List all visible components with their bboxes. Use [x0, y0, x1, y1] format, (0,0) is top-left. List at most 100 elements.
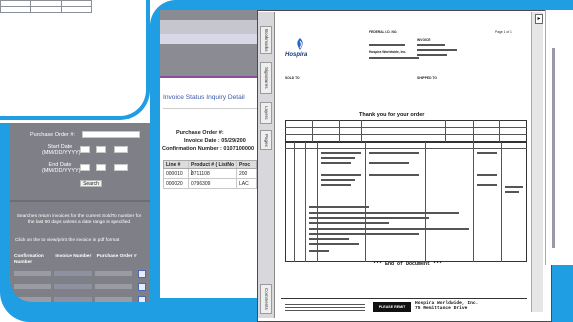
inv-po-label: Purchase Order #:: [176, 130, 224, 136]
text-line: [417, 44, 445, 46]
table-row[interactable]: [14, 269, 146, 278]
main-header: [160, 20, 257, 34]
results-table: Confirmation Number Invoice Number Purch…: [14, 254, 146, 302]
grid-line: [312, 120, 313, 142]
po-input[interactable]: [82, 131, 140, 138]
end-day-input[interactable]: [96, 164, 106, 171]
tab-bookmarks[interactable]: Bookmarks: [260, 26, 272, 54]
pdf-icon[interactable]: [137, 295, 146, 302]
text-line: [285, 307, 365, 308]
grid-line: [501, 142, 502, 262]
table-row[interactable]: [14, 295, 146, 302]
col-product: Product # ( ListNo ): [189, 161, 237, 176]
text-line: [309, 243, 359, 245]
grid-line: [425, 142, 426, 262]
text-line: [417, 54, 447, 56]
text-line: [309, 233, 419, 235]
hospira-logo-icon: [297, 38, 303, 50]
grid-line: [499, 120, 500, 142]
results-header: Confirmation Number Invoice Number Purch…: [14, 254, 146, 265]
company-tag: Hospira Worldwide, Inc.: [369, 50, 407, 54]
text-line: [285, 310, 365, 311]
grid-line: [445, 120, 446, 142]
text-line: [369, 174, 419, 176]
text-line: [309, 250, 329, 252]
tab-pages[interactable]: Pages: [260, 130, 272, 150]
tab-layers[interactable]: Layers: [260, 102, 272, 124]
text-line: [321, 179, 355, 181]
viewer-scrollbar[interactable]: [531, 12, 543, 312]
inset-panel: [0, 0, 150, 120]
text-line: [309, 212, 459, 214]
col-po: Purchase Order #: [96, 254, 137, 259]
text-line: [369, 162, 409, 164]
grid-line: [361, 120, 362, 142]
confirmation-number: Confirmation Number : 0107100000: [162, 146, 255, 152]
po-label: Purchase Order #:: [30, 132, 75, 138]
mini-grid: [0, 0, 93, 13]
tab-comments[interactable]: Comments: [260, 284, 272, 314]
invoice-detail-panel: Invoice Status Inquiry Detail Purchase O…: [160, 76, 257, 298]
grid-line: [473, 120, 474, 142]
grid-line: [285, 134, 527, 135]
ship-to-label: SHIPPED TO: [417, 76, 437, 80]
grid-line: [294, 142, 295, 262]
right-strip: [545, 10, 573, 265]
expand-arrow-icon[interactable]: ▸: [535, 14, 543, 24]
text-line: [321, 184, 351, 186]
text-line: [369, 152, 419, 154]
grid-line: [365, 142, 366, 262]
start-day-input[interactable]: [96, 146, 106, 153]
end-date-label: End Date (MM/DD/YYYY): [42, 162, 81, 174]
table-row: 000020 0796309 LAC: [163, 179, 257, 189]
text-line: [321, 157, 355, 159]
invoice-detail-title: Invoice Status Inquiry Detail: [163, 94, 245, 101]
page-scrollbar[interactable]: [552, 48, 555, 248]
divider: [10, 200, 150, 202]
divider: [163, 108, 257, 109]
text-line: [505, 191, 519, 193]
start-date-label: Start Date (MM/DD/YYYY): [42, 144, 81, 156]
text-line: [369, 44, 405, 46]
cell-product: 0711108: [189, 169, 237, 178]
text-line: [321, 162, 351, 164]
please-remit-label: PLEASE REMIT: [373, 302, 411, 312]
col-confirmation: Confirmation Number: [14, 254, 44, 265]
text-line: [309, 238, 349, 240]
text-line: [417, 49, 457, 51]
grid-line: [339, 120, 340, 142]
start-year-input[interactable]: [114, 146, 128, 153]
end-month-input[interactable]: [80, 164, 90, 171]
document-page: Hospira FEDERAL I.D. NO. Page 1 of 1 INV…: [277, 16, 531, 316]
search-button[interactable]: Search: [80, 180, 102, 187]
thank-you-text: Thank you for your order: [359, 112, 425, 118]
text-line: [285, 304, 365, 305]
pdf-hint: Click on the to view/print the invoice i…: [15, 238, 120, 243]
col-invoice: Invoice Number: [55, 254, 92, 259]
company-logo-text: Hospira: [285, 52, 308, 58]
text-line: [369, 57, 419, 59]
tab-signatures[interactable]: Signatures: [260, 62, 272, 94]
pdf-icon[interactable]: [137, 282, 146, 291]
page-label: Page 1 of 1: [495, 30, 512, 34]
grid-line: [285, 127, 527, 128]
start-month-input[interactable]: [80, 146, 90, 153]
text-line: [309, 217, 429, 219]
cell-line: 000020: [164, 179, 189, 188]
end-year-input[interactable]: [114, 164, 128, 171]
invoice-header: INVOICE: [417, 38, 431, 42]
text-line: [505, 186, 523, 188]
text-line: [477, 152, 497, 154]
table-row: 000010 0711108 200: [163, 169, 257, 179]
search-note: Searches return invoices for the current…: [16, 214, 142, 225]
text-line: [321, 152, 361, 154]
col-proc: Proc: [239, 162, 251, 168]
search-panel: Purchase Order #: Start Date (MM/DD/YYYY…: [10, 124, 150, 302]
pdf-icon[interactable]: [137, 269, 146, 278]
text-line: [477, 184, 497, 186]
sold-to-label: SOLD TO: [285, 76, 300, 80]
invoice-lines-table: Line # Product # ( ListNo ) Proc 000010 …: [163, 160, 257, 189]
text-line: [477, 174, 497, 176]
col-line: Line #: [164, 161, 189, 168]
table-row[interactable]: [14, 282, 146, 291]
